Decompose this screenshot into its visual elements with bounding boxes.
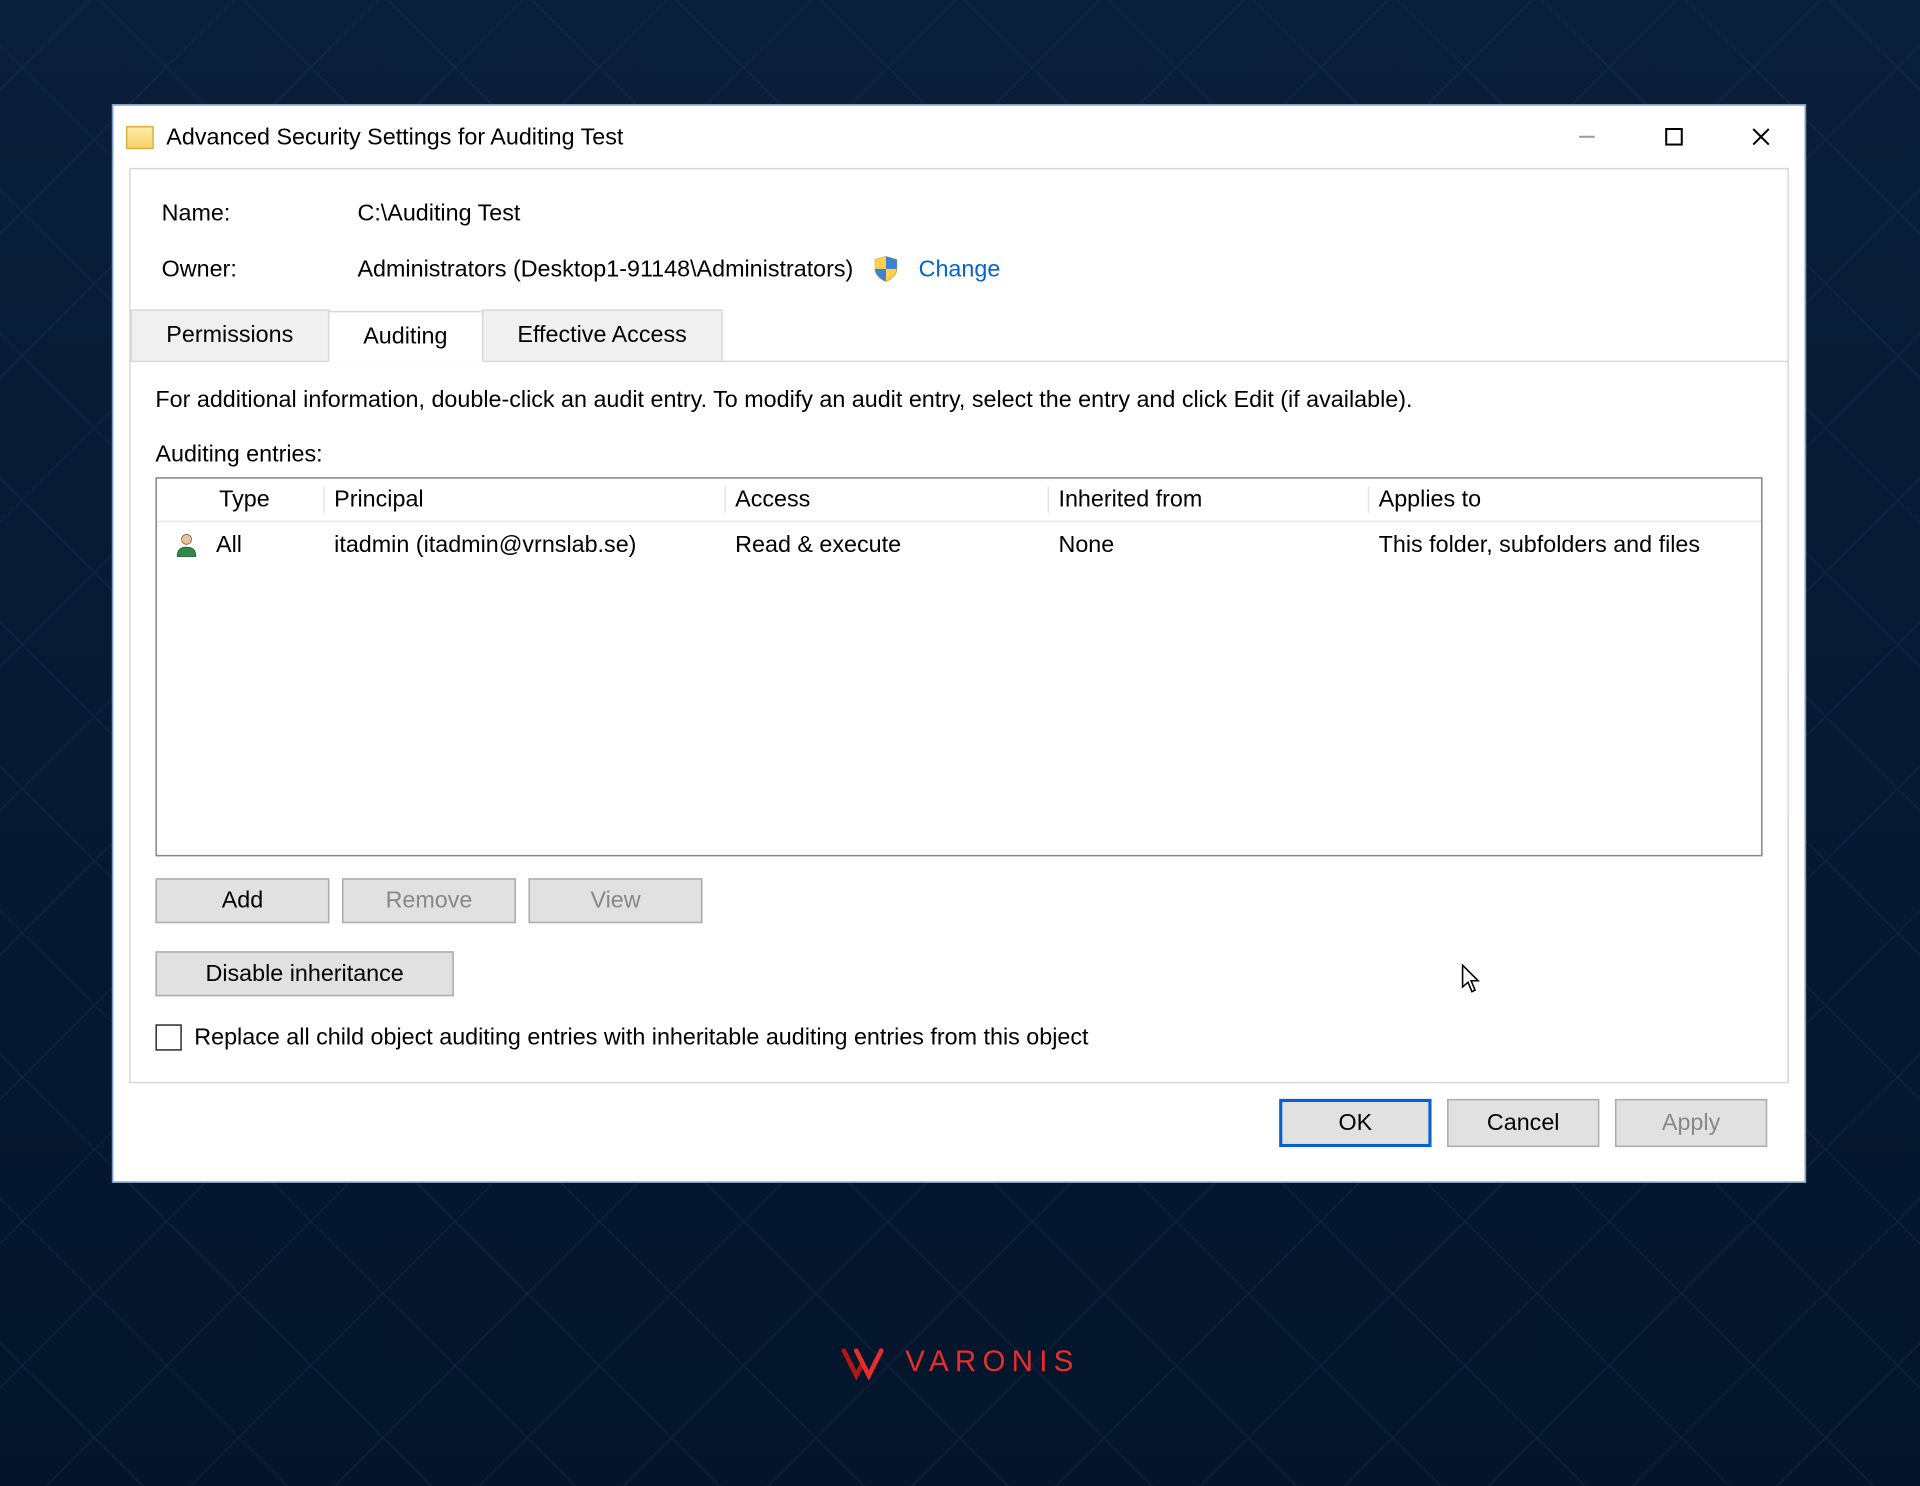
minimize-button[interactable] [1543, 106, 1630, 168]
tabstrip: Permissions Auditing Effective Access [131, 309, 1788, 362]
cancel-button[interactable]: Cancel [1447, 1099, 1599, 1147]
ok-button[interactable]: OK [1279, 1099, 1431, 1147]
disable-inheritance-button[interactable]: Disable inheritance [155, 951, 453, 996]
maximize-button[interactable] [1630, 106, 1717, 168]
cell-inherited: None [1049, 531, 1369, 557]
dialog-footer: OK Cancel Apply [129, 1083, 1789, 1165]
window-controls [1543, 106, 1804, 168]
add-button[interactable]: Add [155, 878, 329, 923]
remove-button: Remove [342, 878, 516, 923]
replace-entries-label: Replace all child object auditing entrie… [194, 1024, 1088, 1050]
apply-button: Apply [1615, 1099, 1767, 1147]
name-label: Name: [162, 201, 358, 227]
tab-permissions[interactable]: Permissions [131, 309, 329, 360]
tab-effective-access[interactable]: Effective Access [482, 309, 723, 360]
brand-text: VARONIS [905, 1346, 1079, 1380]
col-header-principal[interactable]: Principal [325, 486, 726, 512]
name-value: C:\Auditing Test [357, 201, 520, 227]
folder-icon [126, 125, 154, 148]
uac-shield-icon [872, 255, 900, 283]
replace-entries-checkbox[interactable] [155, 1024, 181, 1050]
user-icon [157, 530, 216, 558]
col-header-applies[interactable]: Applies to [1369, 486, 1761, 512]
content-panel: Name: C:\Auditing Test Owner: Administra… [129, 168, 1789, 1083]
view-button: View [528, 878, 702, 923]
titlebar[interactable]: Advanced Security Settings for Auditing … [113, 106, 1804, 168]
cell-type: All [216, 531, 325, 557]
col-header-type[interactable]: Type [216, 486, 325, 512]
tab-auditing[interactable]: Auditing [327, 311, 483, 362]
owner-value: Administrators (Desktop1-91148\Administr… [357, 256, 853, 282]
col-header-inherited[interactable]: Inherited from [1049, 486, 1369, 512]
col-header-access[interactable]: Access [726, 486, 1049, 512]
cell-access: Read & execute [726, 531, 1049, 557]
security-settings-window: Advanced Security Settings for Auditing … [112, 104, 1806, 1183]
cell-applies: This folder, subfolders and files [1369, 531, 1761, 557]
varonis-logo: VARONIS [840, 1346, 1080, 1380]
owner-label: Owner: [162, 256, 358, 282]
window-title: Advanced Security Settings for Auditing … [166, 124, 623, 150]
table-row[interactable]: All itadmin (itadmin@vrnslab.se) Read & … [157, 522, 1761, 566]
entries-label: Auditing entries: [155, 441, 1762, 467]
auditing-entries-grid[interactable]: Type Principal Access Inherited from App… [155, 477, 1762, 856]
cell-principal: itadmin (itadmin@vrnslab.se) [325, 531, 726, 557]
instructions-text: For additional information, double-click… [155, 387, 1762, 413]
change-owner-link[interactable]: Change [919, 256, 1001, 282]
grid-header: Type Principal Access Inherited from App… [157, 479, 1761, 523]
close-button[interactable] [1718, 106, 1805, 168]
